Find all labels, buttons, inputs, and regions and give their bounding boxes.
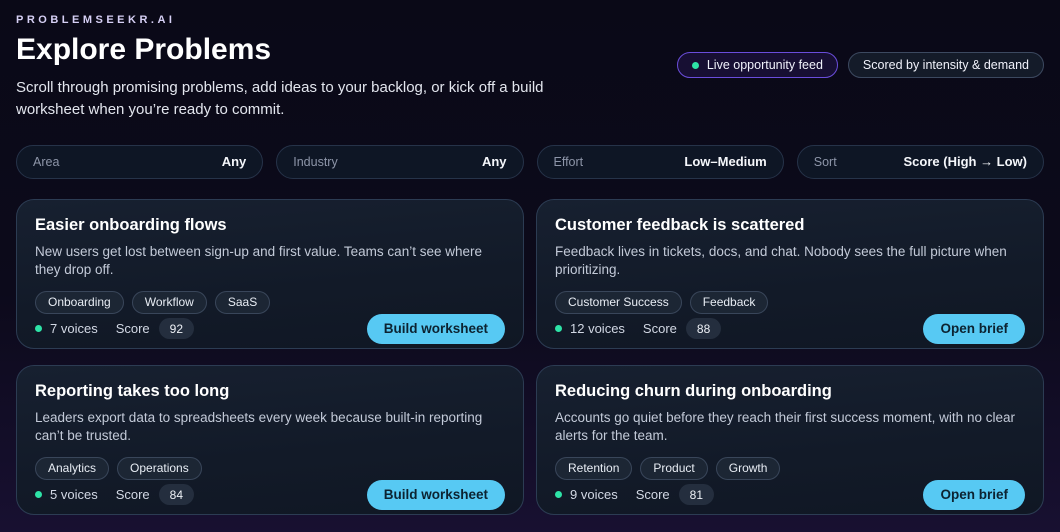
voices-count: 5 voices bbox=[50, 487, 98, 503]
problem-card-description: Feedback lives in tickets, docs, and cha… bbox=[555, 243, 1007, 277]
filter-industry[interactable]: Industry Any bbox=[276, 144, 524, 179]
score-badge: 88 bbox=[685, 318, 722, 340]
voices-count: 7 voices bbox=[50, 321, 98, 337]
voices-dot-icon bbox=[555, 325, 562, 333]
live-feed-badge-label: Live opportunity feed bbox=[706, 58, 823, 72]
tag-chip: Analytics bbox=[35, 456, 110, 480]
problem-card: Reducing churn during onboarding Account… bbox=[536, 364, 1044, 515]
problem-card-description: New users get lost between sign-up and f… bbox=[35, 243, 482, 277]
filter-area-value: Any bbox=[221, 154, 247, 169]
tag-chip: Onboarding bbox=[35, 290, 124, 314]
filter-sort-label: Sort bbox=[813, 154, 837, 169]
problem-card-title: Reducing churn during onboarding bbox=[555, 381, 832, 400]
filter-area[interactable]: Area Any bbox=[16, 144, 264, 179]
filter-effort-label: Effort bbox=[553, 154, 584, 169]
problem-card-description: Accounts go quiet before they reach thei… bbox=[555, 409, 1015, 443]
score-label: Score bbox=[635, 487, 670, 503]
voices-dot-icon bbox=[35, 325, 42, 333]
tag-list: Retention Product Growth bbox=[555, 456, 1025, 480]
problem-card-title: Customer feedback is scattered bbox=[555, 215, 805, 234]
tag-chip: Customer Success bbox=[555, 290, 682, 314]
problem-card-title: Reporting takes too long bbox=[35, 381, 230, 400]
tag-chip: Operations bbox=[117, 456, 202, 480]
explore-problems-page: PROBLEMSEEKR.AI Explore Problems Scroll … bbox=[0, 0, 1060, 515]
tag-list: Customer Success Feedback bbox=[555, 290, 1025, 314]
brand-logo: PROBLEMSEEKR.AI bbox=[16, 14, 176, 26]
filter-effort[interactable]: Effort Low–Medium bbox=[536, 144, 784, 179]
voices-dot-icon bbox=[555, 491, 562, 499]
score-label: Score bbox=[642, 321, 677, 337]
filter-bar: Area Any Industry Any Effort Low–Medium … bbox=[16, 144, 1044, 179]
live-dot-icon bbox=[691, 61, 699, 69]
score-badge: 92 bbox=[158, 318, 195, 340]
scoring-method-badge-label: Scored by intensity & demand bbox=[862, 58, 1029, 72]
build-worksheet-button[interactable]: Build worksheet bbox=[366, 313, 505, 344]
voices-dot-icon bbox=[35, 491, 42, 499]
tag-chip: Workflow bbox=[131, 290, 207, 314]
filter-area-label: Area bbox=[33, 154, 60, 169]
problem-card-footer: 7 voices Score 92 Build worksheet bbox=[35, 313, 505, 344]
filter-sort-value: Score (High → Low) bbox=[903, 154, 1028, 169]
filter-industry-value: Any bbox=[481, 154, 507, 169]
build-worksheet-button[interactable]: Build worksheet bbox=[366, 479, 505, 510]
filter-sort[interactable]: Sort Score (High → Low) bbox=[796, 144, 1044, 179]
tag-chip: SaaS bbox=[214, 290, 271, 314]
header-badges: Live opportunity feed Scored by intensit… bbox=[676, 52, 1044, 78]
open-brief-button[interactable]: Open brief bbox=[923, 479, 1025, 510]
tag-chip: Feedback bbox=[689, 290, 769, 314]
tag-chip: Growth bbox=[715, 456, 781, 480]
problem-card-footer: 5 voices Score 84 Build worksheet bbox=[35, 479, 505, 510]
problem-card: Easier onboarding flows New users get lo… bbox=[16, 198, 524, 349]
filter-industry-label: Industry bbox=[293, 154, 338, 169]
tag-list: Onboarding Workflow SaaS bbox=[35, 290, 505, 314]
voices-count: 12 voices bbox=[570, 321, 625, 337]
scoring-method-badge: Scored by intensity & demand bbox=[847, 52, 1044, 78]
score-label: Score bbox=[115, 321, 150, 337]
score-badge: 81 bbox=[678, 484, 715, 506]
problem-card-grid: Easier onboarding flows New users get lo… bbox=[16, 198, 1044, 515]
problem-card-description: Leaders export data to spreadsheets ever… bbox=[35, 409, 483, 443]
problem-card: Customer feedback is scattered Feedback … bbox=[536, 198, 1044, 349]
open-brief-button[interactable]: Open brief bbox=[923, 313, 1025, 344]
tag-chip: Product bbox=[640, 456, 708, 480]
voices-count: 9 voices bbox=[570, 487, 618, 503]
problem-card: Reporting takes too long Leaders export … bbox=[16, 364, 524, 515]
problem-card-footer: 9 voices Score 81 Open brief bbox=[555, 479, 1025, 510]
score-label: Score bbox=[115, 487, 150, 503]
page-subtitle: Scroll through promising problems, add i… bbox=[16, 79, 544, 118]
live-feed-badge: Live opportunity feed bbox=[676, 52, 838, 78]
problem-card-footer: 12 voices Score 88 Open brief bbox=[555, 313, 1025, 344]
filter-effort-value: Low–Medium bbox=[684, 154, 767, 169]
tag-list: Analytics Operations bbox=[35, 456, 505, 480]
score-badge: 84 bbox=[158, 484, 195, 506]
problem-card-title: Easier onboarding flows bbox=[35, 215, 227, 234]
page-header: PROBLEMSEEKR.AI Explore Problems Scroll … bbox=[16, 14, 1044, 121]
tag-chip: Retention bbox=[555, 456, 633, 480]
